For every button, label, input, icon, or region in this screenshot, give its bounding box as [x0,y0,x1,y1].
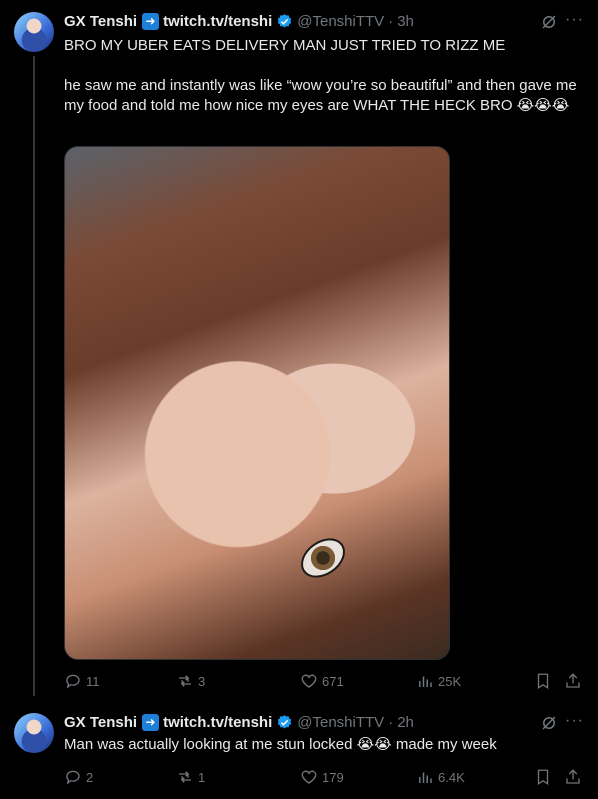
verified-badge-icon [278,714,292,729]
thread-line [33,56,35,696]
views-button[interactable]: 6.4K [416,767,465,787]
separator-dot: · [388,713,394,731]
reply-icon [66,674,80,689]
like-count: 671 [322,673,344,689]
reply-count: 2 [86,769,94,785]
arrow-right-icon: ➜ [142,12,160,30]
photo-eye [293,530,353,586]
repost-count: 1 [198,769,206,785]
view-count: 6.4K [438,769,465,785]
views-chart-icon [419,676,432,687]
more-icon[interactable]: ··· [565,11,584,29]
display-name[interactable]: GX Tenshi [64,13,137,30]
tweet-actions: 2 1 179 6.4K [64,767,584,787]
repost-icon [179,771,191,783]
view-count: 25K [438,673,462,689]
tweet-text-line1: BRO MY UBER EATS DELIVERY MAN JUST TRIED… [64,37,506,54]
reply-icon [66,770,80,785]
profile-link[interactable]: twitch.tv/tenshi [163,714,272,731]
arrow-right-icon: ➜ [142,713,160,731]
share-button[interactable] [564,671,582,691]
profile-link[interactable]: twitch.tv/tenshi [163,13,272,30]
tweet-1[interactable]: GX Tenshi ➜ twitch.tv/tenshi @TenshiTTV … [0,0,598,705]
bookmark-button[interactable] [534,671,552,691]
heart-icon [301,674,317,688]
timestamp[interactable]: 2h [397,714,414,731]
repost-count: 3 [198,673,206,689]
reply-button[interactable]: 11 [64,671,100,691]
repost-button[interactable]: 3 [176,671,205,691]
reply-count: 11 [86,673,100,689]
tweet-header: GX Tenshi ➜ twitch.tv/tenshi @TenshiTTV … [64,712,414,732]
bookmark-icon [537,673,549,690]
tweet-2[interactable]: GX Tenshi ➜ twitch.tv/tenshi @TenshiTTV … [0,705,598,799]
bookmark-icon [537,769,549,786]
tweet-header: GX Tenshi ➜ twitch.tv/tenshi @TenshiTTV … [64,11,414,31]
like-button[interactable]: 671 [300,671,344,691]
avatar[interactable] [14,12,54,52]
tweet-actions: 11 3 671 25K [64,671,584,691]
like-button[interactable]: 179 [300,767,344,787]
verified-badge-icon [278,13,292,28]
share-icon [566,673,580,688]
repost-button[interactable]: 1 [176,767,205,787]
share-button[interactable] [564,767,582,787]
heart-icon [301,770,317,784]
views-chart-icon [419,772,432,783]
handle[interactable]: @TenshiTTV [297,714,384,731]
tweet-photo[interactable] [64,146,450,660]
tweet-text-line2: he saw me and instantly was like “wow yo… [64,77,577,114]
more-icon[interactable]: ··· [565,712,584,730]
avatar[interactable] [14,713,54,753]
views-button[interactable]: 25K [416,671,461,691]
timestamp[interactable]: 3h [397,13,414,30]
tweet-text-line1: Man was actually looking at me stun lock… [64,736,497,753]
bookmark-button[interactable] [534,767,552,787]
grok-icon[interactable] [540,714,558,732]
share-icon [566,769,580,784]
display-name[interactable]: GX Tenshi [64,714,137,731]
handle[interactable]: @TenshiTTV [297,13,384,30]
grok-icon[interactable] [540,13,558,31]
repost-icon [179,675,191,687]
reply-button[interactable]: 2 [64,767,93,787]
like-count: 179 [322,769,344,785]
separator-dot: · [388,12,394,30]
